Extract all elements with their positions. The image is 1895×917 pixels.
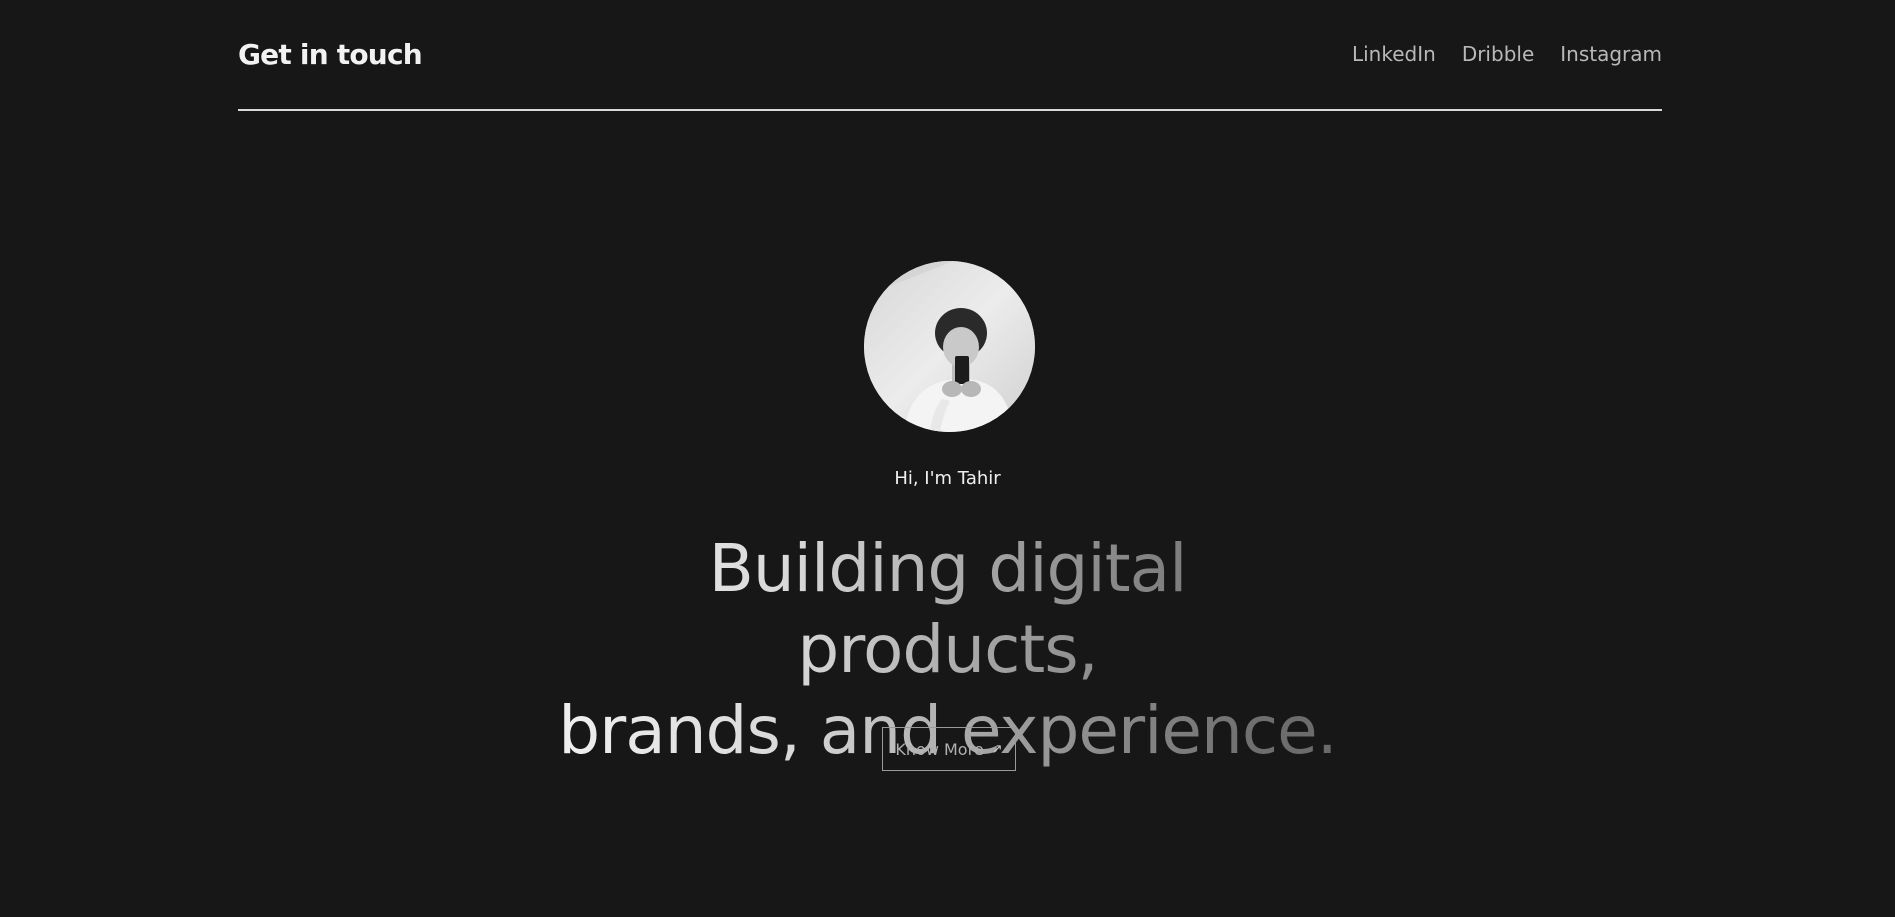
know-more-label: Know More <box>895 739 984 759</box>
nav-link-dribble[interactable]: Dribble <box>1462 42 1534 66</box>
arrow-up-right-icon: ↗ <box>991 741 1003 757</box>
avatar <box>864 261 1035 432</box>
header-divider <box>238 109 1662 111</box>
page: Get in touch LinkedIn Dribble Instagram <box>0 0 1895 917</box>
nav-link-instagram[interactable]: Instagram <box>1560 42 1662 66</box>
know-more-button[interactable]: Know More ↗ <box>882 727 1016 771</box>
headline-line-1: Building digital products, <box>558 528 1338 690</box>
social-nav: LinkedIn Dribble Instagram <box>1352 42 1662 66</box>
site-header: Get in touch LinkedIn Dribble Instagram <box>238 26 1662 82</box>
greeting-text: Hi, I'm Tahir <box>894 468 1001 489</box>
nav-link-linkedin[interactable]: LinkedIn <box>1352 42 1436 66</box>
profile-photo-icon <box>864 261 1035 432</box>
brand-link-get-in-touch[interactable]: Get in touch <box>238 38 423 71</box>
